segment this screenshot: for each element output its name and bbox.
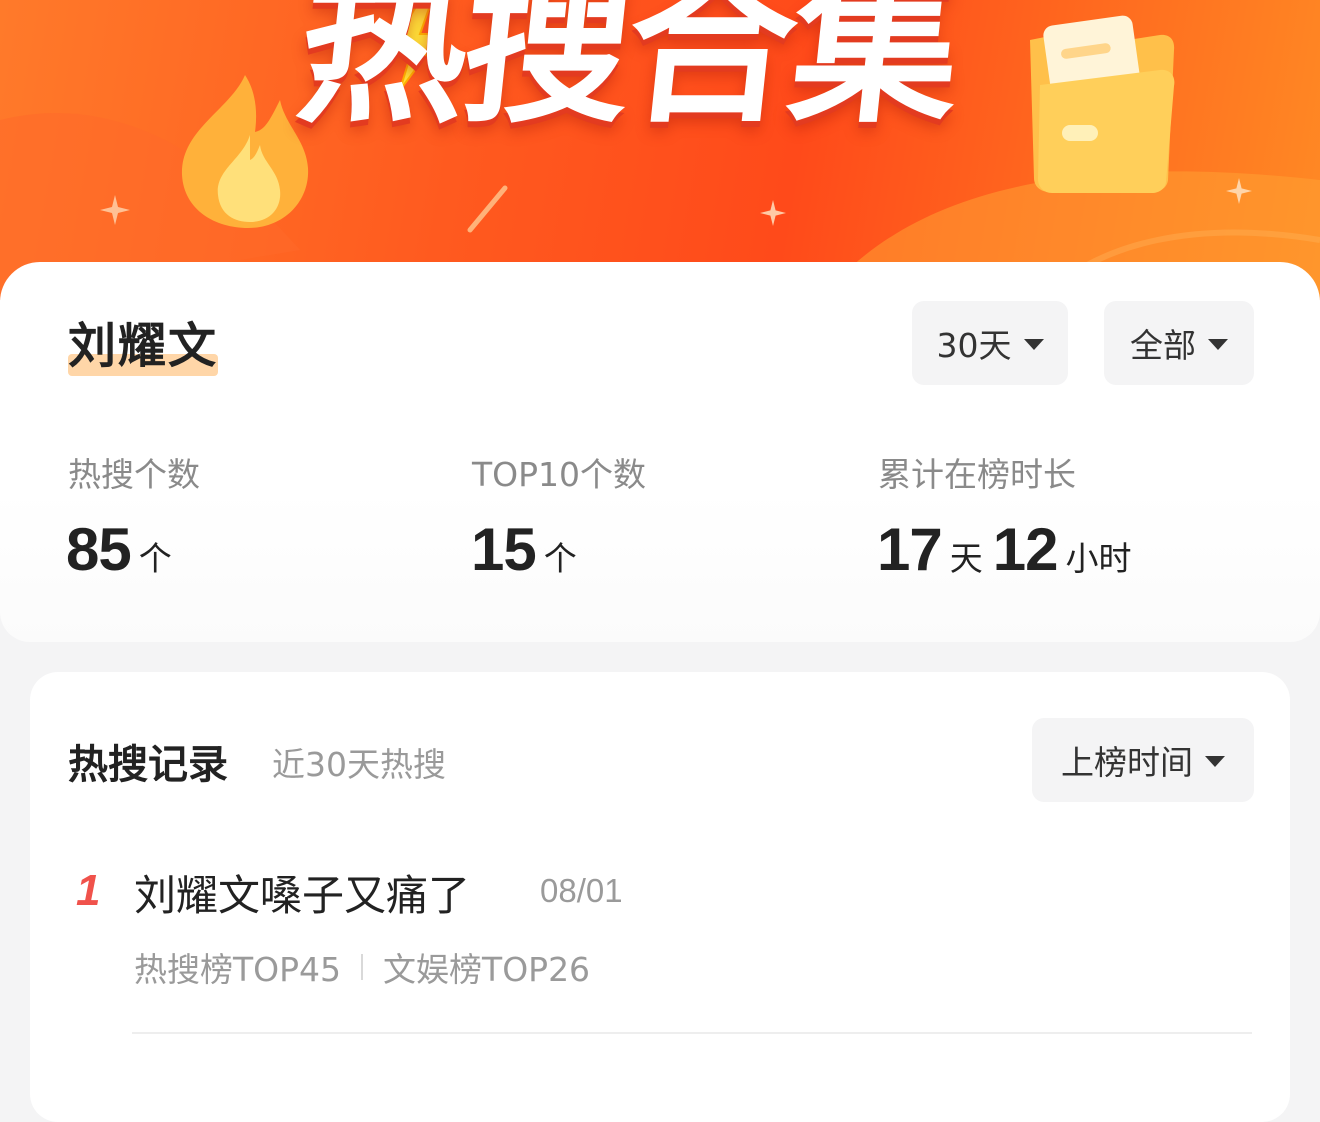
stat-unit: 个 bbox=[543, 539, 577, 578]
stat-value-hot-count: 85 个 bbox=[66, 515, 182, 584]
record-divider bbox=[132, 1032, 1252, 1034]
stat-label-hot-count: 热搜个数 bbox=[68, 455, 200, 494]
record-rank: 1 bbox=[76, 866, 101, 915]
scope-filter-label: 全部 bbox=[1130, 326, 1196, 365]
records-title: 热搜记录 bbox=[68, 742, 228, 788]
stat-days-unit: 天 bbox=[949, 539, 983, 578]
tag-separator bbox=[361, 954, 364, 980]
stat-number: 85 bbox=[66, 516, 132, 583]
caret-down-icon bbox=[1023, 339, 1044, 350]
record-title-link[interactable]: 刘耀文嗓子又痛了 bbox=[134, 862, 470, 923]
sort-label: 上榜时间 bbox=[1061, 743, 1193, 782]
sparkle-icon bbox=[760, 200, 786, 226]
sparkle-icon bbox=[100, 195, 130, 225]
record-date: 08/01 bbox=[540, 872, 623, 909]
record-tag-hot-list: 热搜榜TOP45 bbox=[134, 950, 342, 989]
scope-filter-dropdown[interactable]: 全部 bbox=[1104, 301, 1254, 385]
stat-number: 15 bbox=[471, 516, 537, 583]
records-subtitle: 近30天热搜 bbox=[272, 745, 446, 784]
caret-down-icon bbox=[1208, 339, 1228, 350]
stat-hours-unit: 小时 bbox=[1065, 539, 1132, 578]
header-banner: 热搜合集 bbox=[0, 0, 1320, 300]
record-tags: 热搜榜TOP45 文娱榜TOP26 bbox=[134, 943, 590, 991]
stat-value-top10-count: 15 个 bbox=[471, 515, 587, 584]
stat-label-top10-count: TOP10个数 bbox=[472, 455, 647, 494]
record-tag-entertainment-list: 文娱榜TOP26 bbox=[383, 950, 591, 989]
banner-title: 热搜合集 bbox=[289, 0, 967, 146]
sparkle-icon bbox=[1226, 178, 1252, 204]
sort-dropdown[interactable]: 上榜时间 bbox=[1032, 718, 1254, 802]
period-filter-label: 30天 bbox=[936, 326, 1012, 365]
folder-icon bbox=[1030, 15, 1175, 193]
stat-hours-number: 12 bbox=[992, 516, 1059, 583]
celebrity-name-text: 刘耀文 bbox=[68, 318, 219, 374]
stat-unit: 个 bbox=[138, 539, 172, 578]
stat-value-total-duration: 17 天 12 小时 bbox=[877, 515, 1142, 584]
stat-days-number: 17 bbox=[877, 516, 943, 583]
celebrity-name: 刘耀文 bbox=[68, 318, 219, 376]
period-filter-dropdown[interactable]: 30天 bbox=[912, 301, 1068, 385]
stat-label-total-duration: 累计在榜时长 bbox=[878, 455, 1076, 494]
caret-down-icon bbox=[1205, 756, 1225, 767]
